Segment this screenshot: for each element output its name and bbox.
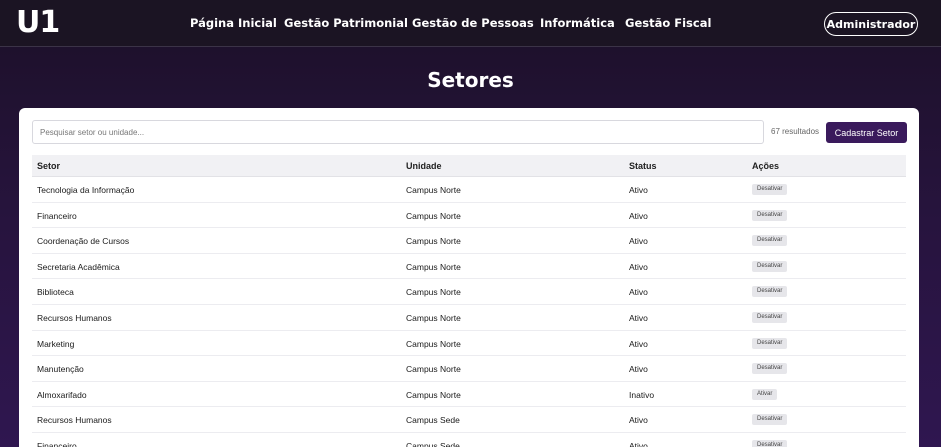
cell-setor: Recursos Humanos [37, 312, 112, 323]
nav-item-informatica[interactable]: Informática [540, 15, 615, 31]
deactivate-button[interactable]: Desativar [752, 209, 788, 221]
cell-unidade: Campus Norte [406, 261, 461, 272]
cell-status: Ativo [629, 338, 648, 349]
deactivate-button[interactable]: Desativar [752, 337, 788, 349]
cell-setor: Tecnologia da Informação [37, 185, 135, 195]
table-row: Biblioteca Campus Norte Ativo Desativar [32, 279, 906, 305]
cell-status: Ativo [629, 236, 648, 247]
table-body: Tecnologia da Informação Campus Norte Ativ… [32, 177, 906, 447]
cell-setor: Coordenação de Cursos [37, 236, 130, 247]
cell-status: Ativo [629, 440, 648, 447]
search-input[interactable] [32, 120, 764, 144]
column-header-acoes: Ações [752, 161, 780, 171]
top-navigation-bar: U1 Página Inicial Gestão Patrimonial Ges… [0, 0, 941, 47]
cell-status: Ativo [629, 364, 648, 375]
cell-setor: Marketing [37, 338, 75, 349]
table-row: Manutenção Campus Norte Ativo Desativar [32, 356, 906, 382]
add-sector-button[interactable]: Cadastrar Setor [826, 122, 907, 143]
cell-status: Ativo [629, 261, 648, 272]
cell-setor: Biblioteca [37, 287, 74, 298]
cell-unidade: Campus Norte [406, 364, 461, 375]
cell-unidade: Campus Norte [406, 338, 461, 349]
activate-button[interactable]: Ativar [752, 388, 778, 400]
sectors-table: Setor Unidade Status Ações Tecnologia da… [32, 155, 906, 447]
table-row: Recursos Humanos Campus Norte Ativo Desativ… [32, 305, 906, 331]
cell-unidade: Campus Norte [406, 312, 461, 323]
table-row: Secretaria Acadêmica Campus Norte Ativo Des… [32, 254, 906, 280]
column-header-unidade: Unidade [406, 161, 442, 171]
cell-unidade: Campus Norte [406, 236, 461, 247]
column-header-setor: Setor [37, 161, 61, 171]
table-row: Financeiro Campus Sede Ativo Desativar [32, 433, 906, 447]
deactivate-button[interactable]: Desativar [752, 363, 788, 375]
cell-status: Ativo [629, 312, 648, 323]
cell-status: Ativo [629, 185, 648, 195]
cell-setor: Recursos Humanos [37, 415, 112, 426]
cell-setor: Manutenção [37, 364, 84, 375]
cell-unidade: Campus Sede [406, 440, 460, 447]
cell-unidade: Campus Norte [406, 185, 461, 195]
nav-item-gestao-fiscal[interactable]: Gestão Fiscal [625, 15, 711, 31]
cell-setor: Almoxarifado [37, 389, 87, 400]
nav-item-gestao-patrimonial[interactable]: Gestão Patrimonial [284, 15, 408, 31]
cell-status: Ativo [629, 287, 648, 298]
page-title: Setores [427, 68, 514, 92]
deactivate-button[interactable]: Desativar [752, 414, 788, 426]
deactivate-button[interactable]: Desativar [752, 286, 788, 298]
deactivate-button[interactable]: Desativar [752, 235, 788, 247]
deactivate-button[interactable]: Desativar [752, 260, 788, 272]
table-row: Recursos Humanos Campus Sede Ativo Desativa… [32, 407, 906, 433]
table-row: Coordenação de Cursos Campus Norte Ativo De… [32, 228, 906, 254]
cell-status: Ativo [629, 210, 648, 221]
brand-logo[interactable]: U1 [16, 8, 60, 38]
user-menu-button[interactable]: Administrador [824, 12, 918, 36]
cell-setor: Secretaria Acadêmica [37, 261, 120, 272]
table-row: Almoxarifado Campus Norte Inativo Ativar [32, 382, 906, 408]
deactivate-button[interactable]: Desativar [752, 311, 788, 323]
deactivate-button[interactable]: Desativar [752, 439, 788, 447]
cell-status: Inativo [629, 389, 655, 400]
cell-status: Ativo [629, 415, 648, 426]
table-row: Marketing Campus Norte Ativo Desativar [32, 331, 906, 357]
cell-unidade: Campus Sede [406, 415, 460, 426]
results-count: 67 resultados [771, 127, 820, 136]
cell-setor: Financeiro [37, 440, 77, 447]
nav-item-pagina-inicial[interactable]: Página Inicial [190, 15, 277, 31]
cell-setor: Financeiro [37, 210, 77, 221]
table-row: Tecnologia da Informação Campus Norte Ativ… [32, 177, 906, 203]
nav-item-gestao-de-pessoas[interactable]: Gestão de Pessoas [412, 15, 534, 31]
cell-unidade: Campus Norte [406, 210, 461, 221]
cell-unidade: Campus Norte [406, 389, 461, 400]
table-header: Setor Unidade Status Ações [32, 155, 906, 177]
column-header-status: Status [629, 161, 657, 171]
table-row: Financeiro Campus Norte Ativo Desativar [32, 203, 906, 229]
cell-unidade: Campus Norte [406, 287, 461, 298]
sectors-card: 67 resultados Cadastrar Setor Setor Unid… [19, 108, 919, 447]
deactivate-button[interactable]: Desativar [752, 184, 788, 195]
